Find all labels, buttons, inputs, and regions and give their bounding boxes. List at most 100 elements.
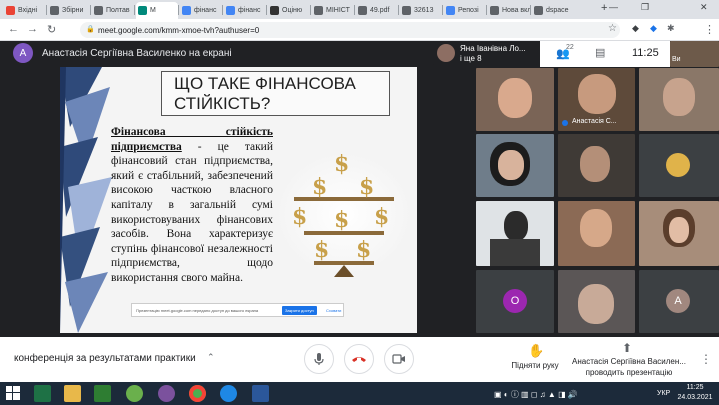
participant-tile[interactable]	[476, 201, 554, 266]
meeting-title[interactable]: конференція за результатами практики	[14, 353, 196, 364]
speaking-indicator-icon	[562, 120, 568, 126]
tab-favicon-icon	[314, 6, 323, 15]
tab-separator	[486, 5, 487, 15]
hide-banner-button[interactable]: Сховати	[326, 306, 341, 315]
extension-shield-icon[interactable]: ◆	[650, 23, 657, 34]
browser-tab[interactable]: фінанс	[224, 2, 266, 19]
avatar: A	[13, 43, 33, 63]
file-explorer-icon[interactable]	[64, 385, 81, 402]
maximize-icon[interactable]: ❐	[641, 2, 649, 13]
url-text: meet.google.com/kmm-xmoe-tvh?authuser=0	[98, 25, 260, 35]
participant-tile[interactable]	[558, 134, 635, 197]
lock-icon: 🔒	[86, 26, 95, 33]
word-icon[interactable]	[252, 385, 269, 402]
presenter-status[interactable]: Анастасія Сергіївна Василен... проводить…	[568, 356, 690, 378]
participant-tile[interactable]	[639, 134, 719, 197]
svg-text:$: $	[334, 151, 349, 177]
tab-separator	[222, 5, 223, 15]
leave-call-button[interactable]	[344, 344, 374, 374]
taskbar-clock[interactable]: 11:25 24.03.2021	[674, 383, 716, 403]
windows-start-icon[interactable]	[6, 386, 20, 400]
browser-tab[interactable]: 32613	[400, 2, 442, 19]
reload-icon[interactable]: ↻	[47, 23, 56, 36]
more-options-icon[interactable]: ⋮	[700, 352, 712, 366]
browser-tab[interactable]: 49.pdf	[356, 2, 398, 19]
puzzle-icon[interactable]: ✱	[667, 23, 675, 34]
svg-text:$: $	[359, 174, 374, 200]
tab-favicon-icon	[182, 6, 191, 15]
browser-tab[interactable]: Оціню	[268, 2, 310, 19]
browser-tab[interactable]: Збірни	[48, 2, 90, 19]
present-screen-icon[interactable]: ⬆	[622, 341, 632, 355]
self-name: Ви	[672, 56, 681, 63]
tab-label: 49.pdf	[370, 7, 390, 14]
browser-tab[interactable]: фінанс	[180, 2, 222, 19]
tab-label: Репозі	[458, 7, 479, 14]
speed-icon[interactable]	[220, 385, 237, 402]
close-window-icon[interactable]: ✕	[700, 2, 708, 13]
participant-tile[interactable]	[476, 134, 554, 197]
tab-separator	[310, 5, 311, 15]
tab-label: Полтав	[106, 7, 130, 14]
tab-separator	[266, 5, 267, 15]
tray-icons[interactable]: ▣ ◐ ⓘ ▥ ◻ ♫ ▲ ◨ 🔊	[494, 389, 578, 400]
menu-icon[interactable]: ⋮	[704, 23, 715, 36]
meet-time: 11:25	[632, 47, 659, 59]
star-icon[interactable]: ☆	[608, 23, 617, 34]
new-tab-button[interactable]: +	[601, 2, 607, 14]
tab-favicon-icon	[226, 6, 235, 15]
participant-body	[490, 239, 540, 266]
microphone-button[interactable]	[304, 344, 334, 374]
chrome-icon[interactable]	[189, 385, 206, 402]
viber-icon[interactable]	[158, 385, 175, 402]
tab-label: Вхідні	[18, 7, 38, 14]
browser-tab[interactable]: Нова вклад	[488, 2, 530, 19]
self-tile[interactable]: Ви	[670, 41, 719, 67]
browser-tab[interactable]: Вхідні	[4, 2, 46, 19]
camera-button[interactable]	[384, 344, 414, 374]
microphone-icon	[314, 353, 324, 365]
svg-text:$: $	[374, 204, 389, 230]
participant-name: Анастасія С...	[572, 118, 617, 125]
back-icon[interactable]: ←	[8, 23, 19, 35]
torrent-icon[interactable]	[126, 385, 143, 402]
participant-tile[interactable]	[476, 68, 554, 131]
participant-tile[interactable]: А	[639, 270, 719, 333]
participant-tile[interactable]	[639, 201, 719, 266]
browser-tab[interactable]: МІНІСТ	[312, 2, 354, 19]
participant-tile-speaking[interactable]: Анастасія С...	[558, 68, 635, 131]
language-indicator[interactable]: УКР	[657, 390, 670, 397]
participant-hair	[504, 211, 528, 241]
app-icon[interactable]	[94, 385, 111, 402]
participant-face	[498, 78, 532, 118]
presenting-title: Анастасія Сергіївна Василенко на екрані	[42, 48, 232, 59]
tab-label: 32613	[414, 7, 434, 14]
svg-text:$: $	[356, 237, 371, 263]
chevron-up-icon[interactable]: ⌃	[207, 352, 215, 363]
hang-up-icon	[352, 357, 366, 362]
excel-icon[interactable]	[34, 385, 51, 402]
chat-icon[interactable]: ▤	[595, 46, 605, 59]
raise-hand-button[interactable]: Підняти руку	[505, 361, 565, 371]
browser-tab[interactable]: Репозі	[444, 2, 486, 19]
url-field[interactable]: 🔒 meet.google.com/kmm-xmoe-tvh?authuser=…	[80, 22, 620, 38]
minimize-icon[interactable]: —	[609, 2, 618, 12]
participant-tile[interactable]: Яна Іванівна Ло... і ще 8	[433, 41, 537, 65]
browser-tab[interactable]: M	[136, 2, 178, 19]
forward-icon[interactable]: →	[27, 23, 38, 35]
participant-tile[interactable]: О	[476, 270, 554, 333]
participant-face	[498, 150, 524, 180]
participant-tile[interactable]	[558, 201, 635, 266]
stop-sharing-button[interactable]: Закрити доступ	[282, 306, 317, 315]
tab-favicon-icon	[358, 6, 367, 15]
browser-tab[interactable]: dspace	[532, 2, 574, 19]
tab-favicon-icon	[402, 6, 411, 15]
share-banner-text: Презентацію meet.google.com передано дос…	[136, 307, 259, 313]
browser-tab[interactable]: Полтав	[92, 2, 134, 19]
participant-tile[interactable]	[558, 270, 635, 333]
raise-hand-icon[interactable]: ✋	[528, 343, 544, 359]
participant-tile[interactable]	[639, 68, 719, 131]
tab-separator	[178, 5, 179, 15]
tab-favicon-icon	[490, 6, 499, 15]
extension-icon[interactable]: ◆	[632, 23, 639, 34]
